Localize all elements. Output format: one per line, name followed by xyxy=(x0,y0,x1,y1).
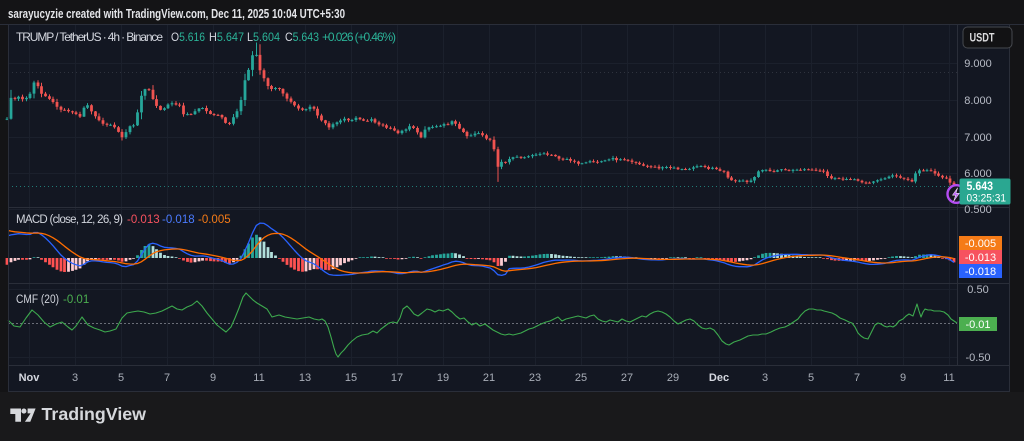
svg-text:-0.018: -0.018 xyxy=(162,214,195,226)
svg-text:03:25:31: 03:25:31 xyxy=(967,193,1007,205)
svg-text:C5.643: C5.643 xyxy=(285,30,319,44)
svg-text:USDT: USDT xyxy=(970,31,996,45)
svg-text:13: 13 xyxy=(299,372,311,384)
svg-text:19: 19 xyxy=(437,372,449,384)
svg-text:9.000: 9.000 xyxy=(964,58,992,70)
svg-text:CMF (20): CMF (20) xyxy=(16,294,59,306)
svg-text:0.50: 0.50 xyxy=(967,284,988,296)
svg-text:11: 11 xyxy=(943,372,954,384)
svg-text:7: 7 xyxy=(854,372,860,384)
svg-text:Nov: Nov xyxy=(19,372,41,384)
svg-text:17: 17 xyxy=(391,372,403,384)
svg-text:+0.026 (+0.46%): +0.026 (+0.46%) xyxy=(322,30,396,44)
svg-text:-0.013: -0.013 xyxy=(965,252,996,264)
svg-text:L5.604: L5.604 xyxy=(247,30,280,44)
svg-text:-0.50: -0.50 xyxy=(965,352,990,364)
svg-text:3: 3 xyxy=(762,372,768,384)
svg-text:23: 23 xyxy=(529,372,541,384)
svg-text:5: 5 xyxy=(118,372,124,384)
svg-text:7.000: 7.000 xyxy=(964,132,992,144)
svg-text:-0.01: -0.01 xyxy=(63,294,89,306)
svg-text:MACD (close, 12, 26, 9): MACD (close, 12, 26, 9) xyxy=(16,214,123,226)
svg-text:-0.01: -0.01 xyxy=(965,319,990,331)
svg-text:8.000: 8.000 xyxy=(964,95,992,107)
svg-text:TRUMP / TetherUS · 4h · Binanc: TRUMP / TetherUS · 4h · Binance xyxy=(16,30,163,44)
svg-text:9: 9 xyxy=(210,372,216,384)
svg-text:3: 3 xyxy=(72,372,78,384)
svg-text:TradingView: TradingView xyxy=(42,404,147,424)
svg-text:5: 5 xyxy=(808,372,814,384)
svg-text:25: 25 xyxy=(575,372,587,384)
svg-text:5.643: 5.643 xyxy=(967,179,994,193)
svg-text:-0.005: -0.005 xyxy=(965,238,996,250)
svg-text:O5.616: O5.616 xyxy=(171,30,205,44)
svg-text:7: 7 xyxy=(164,372,170,384)
svg-text:29: 29 xyxy=(667,372,679,384)
svg-text:-0.013: -0.013 xyxy=(127,214,160,226)
svg-text:-0.018: -0.018 xyxy=(965,266,996,278)
svg-text:sarayucyzie created with Tradi: sarayucyzie created with TradingView.com… xyxy=(8,7,345,21)
svg-text:9: 9 xyxy=(900,372,906,384)
svg-text:Dec: Dec xyxy=(709,372,729,384)
svg-text:21: 21 xyxy=(483,372,495,384)
svg-text:11: 11 xyxy=(253,372,264,384)
svg-text:-0.005: -0.005 xyxy=(198,214,231,226)
svg-text:H5.647: H5.647 xyxy=(209,30,244,44)
svg-text:27: 27 xyxy=(621,372,633,384)
svg-text:0.500: 0.500 xyxy=(964,204,992,216)
svg-text:15: 15 xyxy=(345,372,357,384)
